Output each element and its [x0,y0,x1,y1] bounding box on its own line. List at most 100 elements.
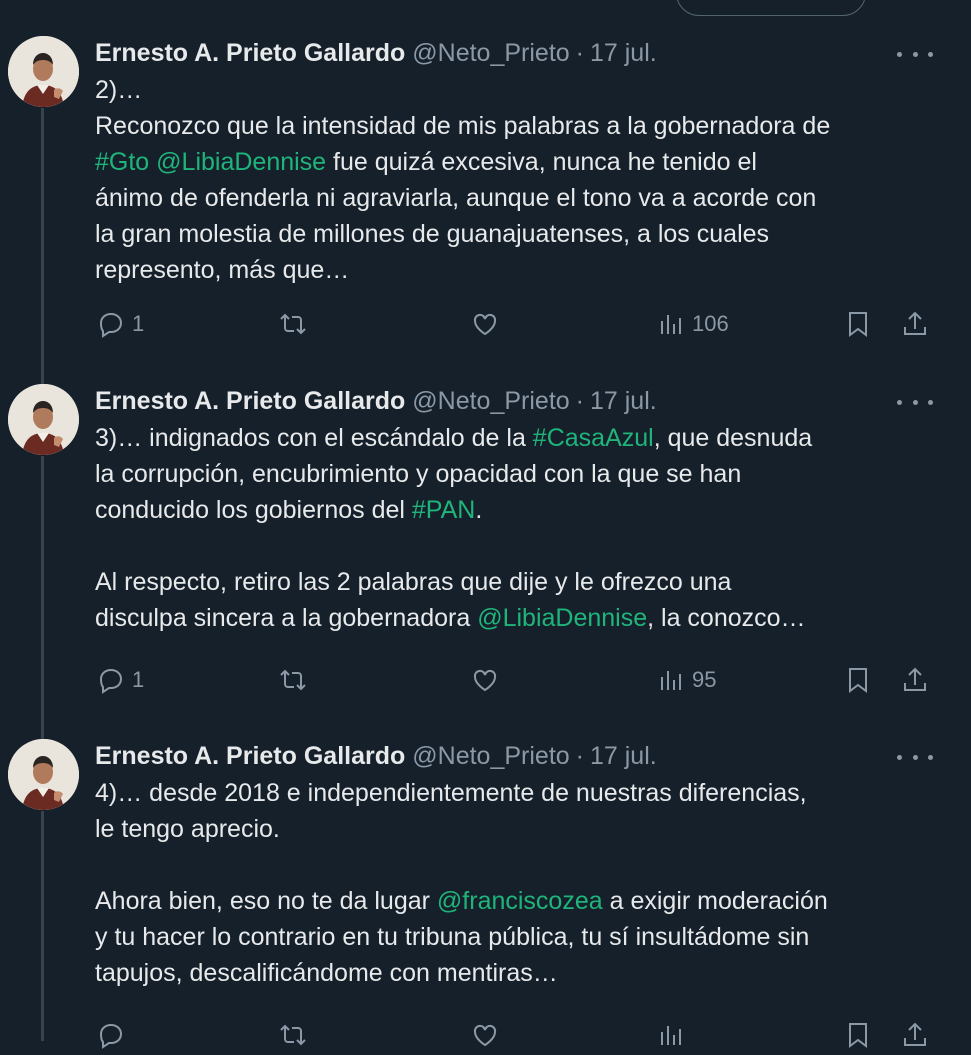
more-icon[interactable] [897,44,933,64]
tweet-text-segment: , que desnuda [653,424,813,452]
bookmark-icon [849,1023,867,1048]
reply-button[interactable]: 1 [96,660,144,700]
tweet-text-segment: Al respecto, retiro las 2 palabras que d… [95,568,732,596]
tweet-text-line: disculpa sincera a la gobernadora @Libia… [95,600,955,636]
reply-button[interactable]: 1 [96,304,144,344]
views-button[interactable] [656,1015,686,1055]
share-icon [904,311,926,335]
tweet-text-line: Ahora bien, eso no te da lugar @francisc… [95,883,955,919]
tweet-text-line: Reconozco que la intensidad de mis palab… [95,108,955,144]
bookmark-button[interactable] [843,304,873,344]
tweet-text-segment: conducido los gobiernos del [95,496,412,524]
tweet-text-segment: a exigir moderación [602,887,828,915]
tweet-text-segment: ánimo de ofenderla ni agraviarla, aunque… [95,184,817,212]
retweet-icon [280,313,306,335]
retweet-button[interactable] [278,1015,308,1055]
author-handle[interactable]: @Neto_Prieto [412,742,569,771]
tweet-actions [0,1015,971,1055]
bookmark-button[interactable] [843,1015,873,1055]
separator-dot: · [575,38,584,67]
views-button[interactable]: 106 [656,304,729,344]
author-handle[interactable]: @Neto_Prieto [412,39,569,68]
avatar[interactable] [8,739,79,810]
share-button[interactable] [900,304,930,344]
retweet-button[interactable] [278,304,308,344]
tweet-text-segment: , la conozco… [647,604,806,632]
tweet-text-line: tapujos, descalificándome con mentiras… [95,955,955,991]
tweet-text: 3)… indignados con el escándalo de la #C… [95,420,955,636]
retweet-icon [280,1024,306,1046]
reply-button[interactable] [96,1015,126,1055]
tweet-text-line: la gran molestia de millones de guanajua… [95,216,955,252]
tweet-text-line: 4)… desde 2018 e independientemente de n… [95,775,955,811]
tweet-text-segment: la corrupción, encubrimiento y opacidad … [95,460,742,488]
mention-link[interactable]: @LibiaDennise [156,148,326,176]
tweet-text-segment: . [475,496,483,524]
views-button[interactable]: 95 [656,660,716,700]
share-button[interactable] [900,1015,930,1055]
tweet-text-line: le tengo aprecio. [95,811,955,847]
view-count: 95 [692,667,717,692]
show-replies-pill[interactable] [676,0,866,16]
bookmark-button[interactable] [843,660,873,700]
tweet-text-segment: represento, más que… [95,256,350,284]
like-button[interactable] [470,304,500,344]
like-icon [473,669,497,692]
reply-icon [99,1023,123,1049]
tweet-date[interactable]: 17 jul. [590,387,657,416]
bookmark-icon [849,312,867,337]
tweet-text-line: 3)… indignados con el escándalo de la #C… [95,420,955,456]
separator-dot: · [575,386,584,415]
tweet-text-segment: y tu hacer lo contrario en tu tribuna pú… [95,923,810,951]
share-button[interactable] [900,660,930,700]
profile-photo [8,384,79,455]
tweet-text-segment: la gran molestia de millones de guanajua… [95,220,770,248]
paragraph-break [95,528,955,564]
tweet-text-segment: 4)… desde 2018 e independientemente de n… [95,779,807,807]
mention-link[interactable]: @LibiaDennise [477,604,647,632]
tweet-text-line: la corrupción, encubrimiento y opacidad … [95,456,955,492]
more-icon[interactable] [897,747,933,767]
mention-link[interactable]: @franciscozea [437,887,603,915]
author-name[interactable]: Ernesto A. Prieto Gallardo [95,387,405,416]
more-icon[interactable] [897,392,933,412]
tweet-text-segment: 2)… [95,76,143,104]
tweet-text-segment: Ahora bien, eso no te da lugar [95,887,437,915]
like-icon [473,1024,497,1047]
author-name[interactable]: Ernesto A. Prieto Gallardo [95,39,405,68]
tweet-date[interactable]: 17 jul. [590,39,657,68]
tweet-text-line: #Gto @LibiaDennise fue quizá excesiva, n… [95,144,955,180]
like-icon [473,313,497,336]
reply-count: 1 [132,311,145,336]
profile-photo [8,739,79,810]
tweet-text-segment: le tengo aprecio. [95,815,280,843]
tweet-text-segment: Reconozco que la intensidad de mis palab… [95,112,831,140]
tweet-text-line: conducido los gobiernos del #PAN. [95,492,955,528]
avatar[interactable] [8,384,79,455]
thread-line [41,108,44,386]
like-button[interactable] [470,1015,500,1055]
views-icon [661,671,681,690]
views-icon [661,315,681,334]
tweet-actions: 1 106 [0,304,971,344]
reply-icon [99,668,123,694]
like-button[interactable] [470,660,500,700]
tweet-date[interactable]: 17 jul. [590,742,657,771]
author-handle[interactable]: @Neto_Prieto [412,387,569,416]
author-name[interactable]: Ernesto A. Prieto Gallardo [95,742,405,771]
avatar[interactable] [8,36,79,107]
retweet-button[interactable] [278,660,308,700]
share-icon [904,1022,926,1046]
reply-count: 1 [132,667,145,692]
tweet-text-line: represento, más que… [95,252,955,288]
tweet-text-segment: fue quizá excesiva, nunca he tenido el [326,148,757,176]
bookmark-icon [849,668,867,693]
hashtag-link[interactable]: #PAN [412,496,475,524]
hashtag-link[interactable]: #Gto [95,148,149,176]
separator-dot: · [575,741,584,770]
tweet-text-segment: 3)… indignados con el escándalo de la [95,424,533,452]
tweet-text: 4)… desde 2018 e independientemente de n… [95,775,955,991]
tweet-text-line: 2)… [95,72,955,108]
hashtag-link[interactable]: #CasaAzul [533,424,654,452]
tweet-actions: 1 95 [0,660,971,700]
